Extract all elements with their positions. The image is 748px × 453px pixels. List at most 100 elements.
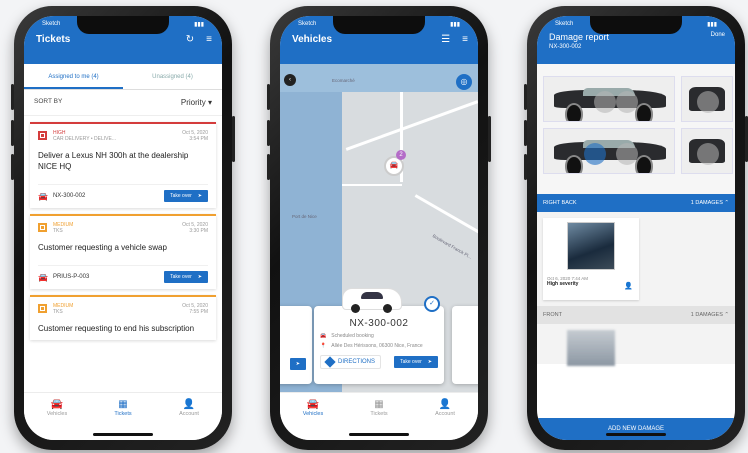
priority-icon bbox=[38, 131, 47, 140]
tickets-screen: Sketch ▮▮▮ Tickets ↻ ≡ Assigned to me (4… bbox=[24, 16, 222, 440]
sort-label: SORT BY bbox=[34, 98, 63, 105]
tab-assigned[interactable]: Assigned to me (4) bbox=[24, 64, 123, 89]
page-title: Vehicles bbox=[292, 34, 333, 45]
damage-zone[interactable] bbox=[616, 143, 638, 165]
car-icon: 🚘 bbox=[50, 399, 64, 410]
done-button[interactable]: Done bbox=[711, 32, 725, 64]
battery-icon: ▮▮▮ bbox=[707, 22, 717, 28]
nav-account[interactable]: 👤 Account bbox=[420, 399, 470, 440]
vehicle-address: Allée Des Hérissons, 06300 Nice, France bbox=[331, 343, 423, 349]
phone-damage-report: Sketch ▮▮▮ Damage report NX-300-002 Done bbox=[524, 6, 748, 450]
sort-row: SORT BY Priority ▾ bbox=[24, 90, 222, 116]
vehicle-status: Scheduled booking bbox=[331, 333, 374, 339]
section-name: FRONT bbox=[543, 312, 562, 318]
vehicles-screen: Sketch ▮▮▮ Vehicles ☰ ≡ Ecomarché Port d… bbox=[280, 16, 478, 440]
locate-icon[interactable]: ◎ bbox=[456, 74, 472, 90]
user-icon: 👤 bbox=[438, 399, 452, 410]
chevron-up-icon: ⌃ bbox=[724, 200, 729, 206]
take-over-button[interactable]: Take over ➤ bbox=[394, 356, 438, 368]
send-icon: ➤ bbox=[197, 193, 202, 199]
car-wheel bbox=[635, 155, 654, 173]
carrier: Sketch bbox=[42, 21, 61, 27]
damage-zone-selected[interactable] bbox=[584, 143, 606, 165]
ticket-time: 7:55 PM bbox=[189, 309, 208, 315]
refresh-icon[interactable]: ↻ bbox=[186, 34, 194, 45]
take-over-label: Take over bbox=[170, 193, 192, 199]
nav-label: Account bbox=[435, 411, 455, 417]
nav-account[interactable]: 👤 Account bbox=[164, 399, 214, 440]
vehicle-plate: PRIUS-P-003 bbox=[52, 274, 90, 280]
add-damage-button[interactable]: ADD NEW DAMAGE bbox=[537, 418, 735, 440]
section-name: RIGHT BACK bbox=[543, 200, 577, 206]
car-icon: 🚘 bbox=[306, 399, 320, 410]
car-icon: 🚘 bbox=[38, 272, 48, 282]
car-view-side[interactable] bbox=[543, 76, 675, 122]
notch bbox=[333, 16, 425, 34]
vehicle-plate: NX-300-002 bbox=[52, 193, 86, 199]
ticket-card[interactable]: HIGH CAR DELIVERY • DELIVE... Oct 5, 2020… bbox=[30, 122, 216, 208]
location-pin-icon: 📍 bbox=[320, 343, 327, 349]
car-icon: 🚘 bbox=[320, 333, 327, 339]
send-icon: ➤ bbox=[427, 359, 432, 365]
filter-icon[interactable]: ≡ bbox=[462, 34, 468, 45]
ticket-category: TKS bbox=[53, 309, 63, 315]
pin-count-badge: 2 bbox=[396, 150, 406, 160]
nav-label: Vehicles bbox=[46, 411, 68, 417]
tickets-icon: ▦ bbox=[118, 399, 128, 410]
take-over-button[interactable]: ➤ bbox=[289, 358, 306, 370]
tab-unassigned[interactable]: Unassigned (4) bbox=[123, 64, 222, 89]
list-icon[interactable]: ☰ bbox=[441, 34, 450, 45]
damage-screen: Sketch ▮▮▮ Damage report NX-300-002 Done bbox=[537, 16, 735, 440]
sort-select[interactable]: Priority ▾ bbox=[181, 98, 212, 107]
damage-list: Oct 6, 2020 7:44 AM High severity 👤 bbox=[537, 212, 735, 306]
map-water bbox=[280, 64, 478, 92]
car-view-other-side[interactable] bbox=[543, 128, 675, 174]
vehicle-card-previous[interactable]: ➤ bbox=[280, 306, 312, 384]
tickets-icon: ▦ bbox=[374, 399, 384, 410]
vehicle-card-next[interactable] bbox=[452, 306, 478, 384]
map-label: Ecomarché bbox=[332, 78, 355, 83]
vehicle-card[interactable]: ✓ NX-300-002 🚘 Scheduled booking 📍 Allée D… bbox=[314, 288, 444, 384]
nav-vehicles[interactable]: 🚘 Vehicles bbox=[32, 399, 82, 440]
phone-tickets: Sketch ▮▮▮ Tickets ↻ ≡ Assigned to me (4… bbox=[11, 6, 235, 450]
take-over-button[interactable]: Take over ➤ bbox=[164, 190, 208, 202]
car-view-back[interactable] bbox=[681, 76, 733, 122]
ticket-card[interactable]: MEDIUM TKS Oct 5, 2020 7:55 PM Customer re… bbox=[30, 295, 216, 340]
damage-photo[interactable] bbox=[567, 330, 615, 366]
damage-zone[interactable] bbox=[594, 91, 616, 113]
directions-button[interactable]: DIRECTIONS bbox=[320, 355, 382, 369]
notch bbox=[590, 16, 682, 34]
filter-icon[interactable]: ≡ bbox=[206, 34, 212, 45]
take-over-button[interactable]: Take over ➤ bbox=[164, 271, 208, 283]
section-header[interactable]: RIGHT BACK 1 DAMAGES ⌃ bbox=[537, 194, 735, 212]
priority-icon bbox=[38, 223, 47, 232]
section-count: 1 DAMAGES bbox=[690, 312, 723, 318]
send-icon: ➤ bbox=[295, 361, 300, 367]
page-subtitle: NX-300-002 bbox=[549, 44, 582, 50]
ticket-category: CAR DELIVERY • DELIVE... bbox=[53, 136, 116, 142]
battery-icon: ▮▮▮ bbox=[194, 22, 204, 28]
map-road bbox=[345, 100, 478, 151]
ticket-description: Deliver a Lexus NH 300h at the dealershi… bbox=[38, 151, 189, 171]
battery-icon: ▮▮▮ bbox=[450, 22, 460, 28]
take-over-label: Take over bbox=[400, 359, 422, 365]
ticket-card[interactable]: MEDIUM TKS Oct 5, 2020 3:30 PM Customer re… bbox=[30, 214, 216, 289]
section-header[interactable]: FRONT 1 DAMAGES ⌃ bbox=[537, 306, 735, 324]
damage-zone[interactable] bbox=[697, 143, 719, 165]
car-view-front[interactable] bbox=[681, 128, 733, 174]
damage-card[interactable]: Oct 6, 2020 7:44 AM High severity 👤 bbox=[543, 218, 639, 300]
map-road bbox=[414, 194, 478, 237]
car-wheel bbox=[635, 103, 654, 121]
nav-label: Vehicles bbox=[302, 411, 324, 417]
chevron-down-icon: ▾ bbox=[207, 98, 212, 107]
check-icon[interactable]: ✓ bbox=[424, 296, 440, 312]
back-icon[interactable]: ‹ bbox=[284, 74, 296, 86]
car-wheel bbox=[564, 155, 583, 173]
damage-zone[interactable] bbox=[697, 91, 719, 113]
nav-label: Account bbox=[179, 411, 199, 417]
phone-vehicles: Sketch ▮▮▮ Vehicles ☰ ≡ Ecomarché Port d… bbox=[267, 6, 491, 450]
damage-photo bbox=[567, 222, 615, 270]
section-count: 1 DAMAGES bbox=[690, 200, 723, 206]
nav-vehicles[interactable]: 🚘 Vehicles bbox=[288, 399, 338, 440]
damage-zone[interactable] bbox=[616, 91, 638, 113]
